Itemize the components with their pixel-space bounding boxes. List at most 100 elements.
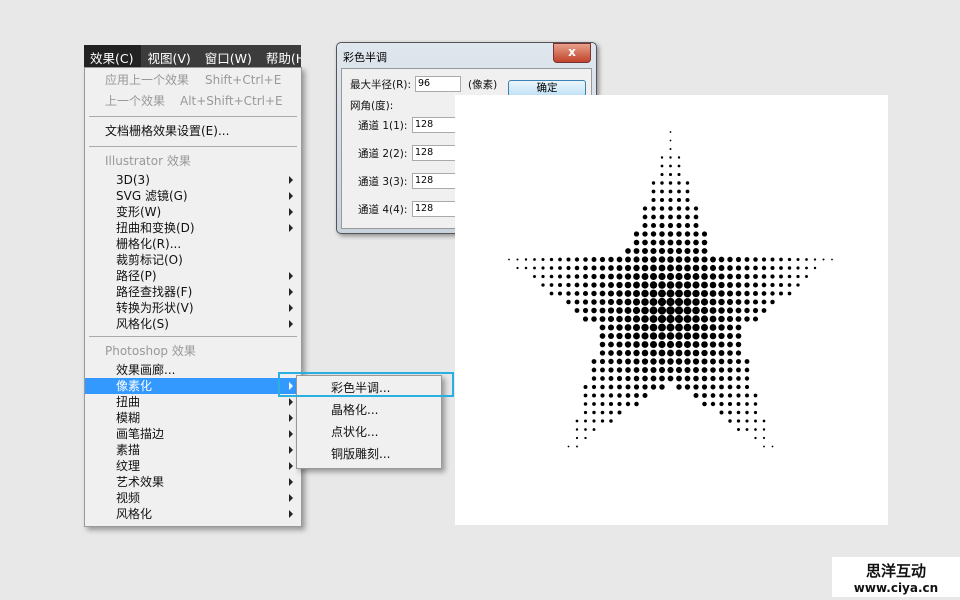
halftone-dot bbox=[718, 350, 725, 356]
halftone-dot bbox=[658, 264, 666, 272]
submenu-arrow-icon bbox=[289, 494, 293, 502]
halftone-star bbox=[508, 131, 833, 448]
menu-window[interactable]: 窗口(W) bbox=[199, 45, 260, 67]
halftone-dot bbox=[576, 445, 578, 448]
halftone-dot bbox=[633, 349, 640, 357]
halftone-dot bbox=[684, 384, 691, 390]
halftone-dot bbox=[651, 197, 656, 203]
halftone-dot bbox=[516, 258, 519, 261]
halftone-dot bbox=[683, 272, 692, 281]
menu-item[interactable]: 路径查找器(F) bbox=[85, 284, 301, 300]
menu-view[interactable]: 视图(V) bbox=[141, 45, 198, 67]
menu-item[interactable]: 视频 bbox=[85, 490, 301, 506]
halftone-dot bbox=[624, 290, 632, 297]
halftone-dot bbox=[692, 298, 700, 306]
halftone-dot bbox=[727, 333, 733, 339]
menu-item[interactable]: SVG 滤镜(G) bbox=[85, 188, 301, 204]
halftone-dot bbox=[558, 266, 562, 270]
halftone-dot bbox=[650, 349, 657, 357]
halftone-dot bbox=[718, 375, 725, 382]
label: 风格化 bbox=[116, 507, 153, 521]
halftone-dot bbox=[677, 164, 681, 168]
menu-item[interactable]: 变形(W) bbox=[85, 204, 301, 220]
menu-item[interactable]: 效果画廊... bbox=[85, 362, 301, 378]
halftone-dot bbox=[787, 266, 792, 270]
menu-item[interactable]: 转换为形状(V) bbox=[85, 300, 301, 316]
halftone-dot bbox=[574, 265, 580, 271]
menu-effect[interactable]: 效果(C) bbox=[84, 45, 142, 67]
submenu-item[interactable]: 点状化... bbox=[297, 424, 441, 440]
label: 裁剪标记(O) bbox=[116, 253, 183, 267]
menu-item[interactable]: 3D(3) bbox=[85, 172, 301, 188]
halftone-dot bbox=[744, 265, 750, 271]
halftone-dot bbox=[574, 274, 580, 279]
halftone-dot bbox=[660, 164, 664, 168]
halftone-dot bbox=[709, 307, 717, 314]
menu-item[interactable]: 扭曲 bbox=[85, 394, 301, 410]
halftone-dot bbox=[625, 256, 631, 263]
halftone-dot bbox=[683, 315, 692, 323]
halftone-dot bbox=[683, 281, 692, 289]
halftone-dot bbox=[616, 281, 623, 289]
halftone-dot bbox=[633, 239, 640, 246]
halftone-dot bbox=[650, 256, 657, 263]
menu-item[interactable]: 路径(P) bbox=[85, 268, 301, 284]
menu-item[interactable]: 风格化 bbox=[85, 506, 301, 522]
halftone-dot bbox=[650, 375, 657, 382]
channel-input[interactable]: 128 bbox=[412, 117, 458, 133]
halftone-dot bbox=[633, 384, 640, 390]
halftone-dot bbox=[787, 274, 792, 279]
halftone-dot bbox=[735, 299, 742, 305]
halftone-dot bbox=[753, 274, 758, 279]
halftone-dot bbox=[624, 332, 632, 340]
halftone-dot bbox=[642, 393, 648, 398]
halftone-dot bbox=[675, 272, 683, 281]
channel-input[interactable]: 128 bbox=[412, 145, 458, 161]
halftone-dot bbox=[608, 401, 614, 407]
halftone-dot bbox=[641, 273, 649, 280]
menu-item-doc-raster-settings[interactable]: 文档栅格效果设置(E)... bbox=[85, 123, 301, 139]
halftone-dot bbox=[625, 358, 631, 365]
menu-item[interactable]: 画笔描边 bbox=[85, 426, 301, 442]
halftone-dot bbox=[591, 316, 597, 322]
halftone-dot bbox=[642, 239, 648, 246]
halftone-dot bbox=[761, 308, 767, 313]
shortcut: Shift+Ctrl+E bbox=[205, 73, 282, 87]
menu-help[interactable]: 帮助(H) bbox=[260, 45, 301, 67]
halftone-dot bbox=[667, 349, 674, 357]
menu-item[interactable]: 素描 bbox=[85, 442, 301, 458]
halftone-dot bbox=[549, 266, 554, 270]
halftone-dot bbox=[634, 393, 639, 398]
radius-input[interactable]: 96 bbox=[415, 76, 461, 92]
divider bbox=[89, 336, 297, 337]
menu-item[interactable]: 扭曲和变换(D) bbox=[85, 220, 301, 236]
halftone-dot bbox=[616, 375, 623, 382]
submenu-item[interactable]: 铜版雕刻... bbox=[297, 446, 441, 462]
halftone-dot bbox=[658, 289, 666, 298]
halftone-dot bbox=[702, 401, 707, 407]
menu-item[interactable]: 风格化(S) bbox=[85, 316, 301, 332]
halftone-dot bbox=[660, 156, 664, 159]
menu-item[interactable]: 纹理 bbox=[85, 458, 301, 474]
channel-label: 通道 3(3): bbox=[358, 176, 408, 188]
halftone-dot bbox=[744, 282, 750, 288]
halftone-dot bbox=[676, 231, 682, 237]
submenu-item[interactable]: 晶格化... bbox=[297, 402, 441, 418]
menu-item[interactable]: 模糊 bbox=[85, 410, 301, 426]
channel-input[interactable]: 128 bbox=[412, 173, 458, 189]
menu-item[interactable]: 艺术效果 bbox=[85, 474, 301, 490]
close-button[interactable]: x bbox=[553, 43, 591, 63]
halftone-dot bbox=[701, 349, 708, 357]
menu-item[interactable]: 栅格化(R)... bbox=[85, 236, 301, 252]
halftone-dot bbox=[533, 266, 536, 270]
halftone-dot bbox=[692, 281, 700, 289]
channel-input[interactable]: 128 bbox=[412, 201, 458, 217]
menu-item[interactable]: 裁剪标记(O) bbox=[85, 252, 301, 268]
label: 晶格化... bbox=[331, 403, 379, 417]
label: 效果画廊... bbox=[116, 363, 176, 377]
menu-item[interactable]: 像素化 bbox=[85, 378, 301, 394]
halftone-dot bbox=[624, 264, 632, 272]
halftone-dot bbox=[625, 401, 631, 407]
halftone-dot bbox=[718, 281, 725, 289]
halftone-dot bbox=[693, 393, 699, 398]
